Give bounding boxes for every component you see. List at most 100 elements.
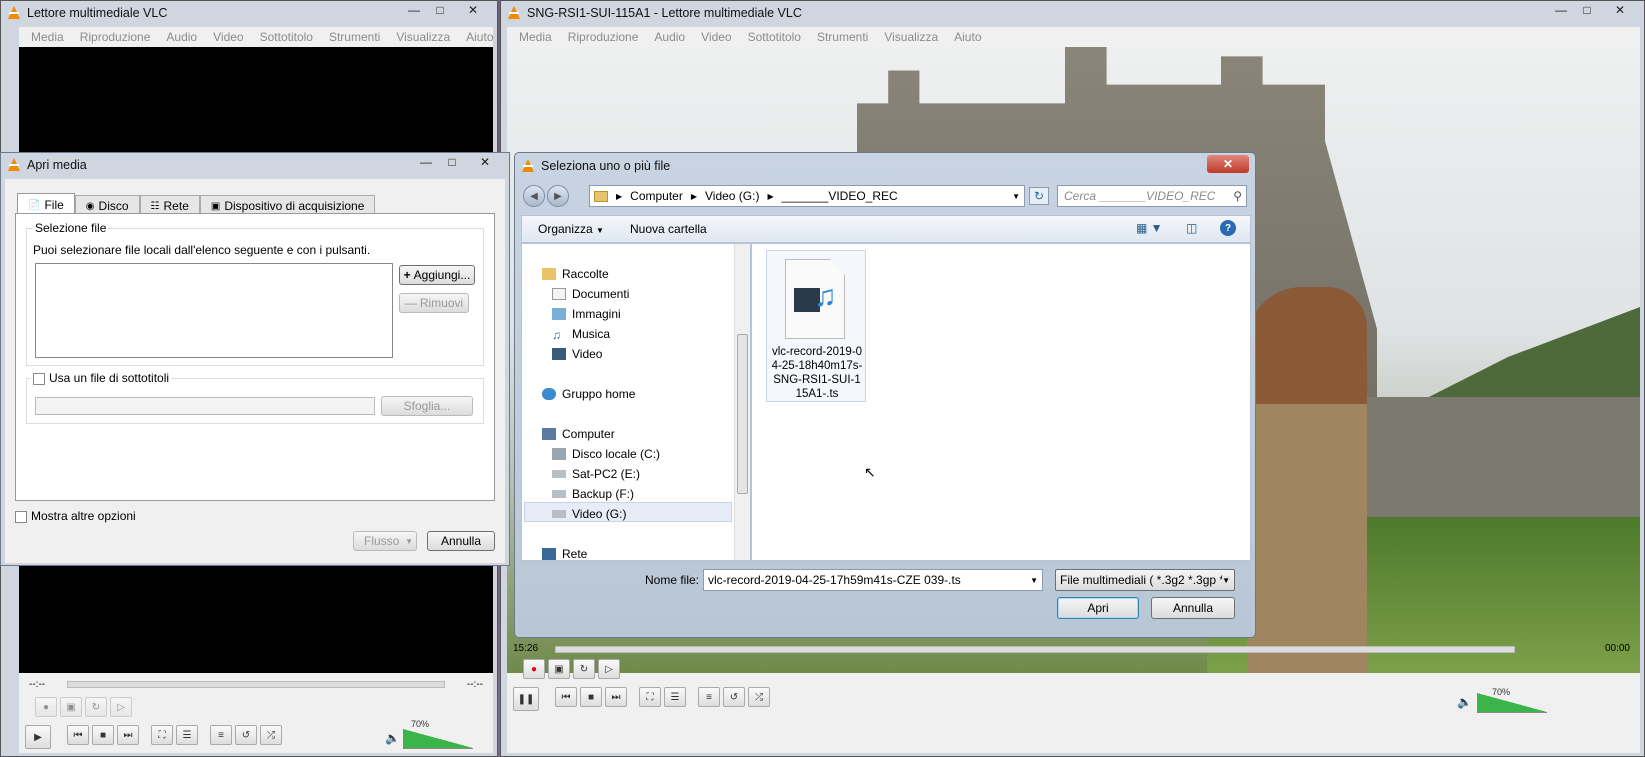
menu-strumenti[interactable]: Strumenti xyxy=(809,30,876,44)
fullscreen-icon[interactable]: ⛶ xyxy=(151,725,173,745)
breadcrumb-computer[interactable]: Computer xyxy=(630,189,683,203)
maximize-icon[interactable]: □ xyxy=(439,153,465,171)
pause-icon[interactable]: ❚❚ xyxy=(513,687,539,711)
previous-icon[interactable]: ⏮ xyxy=(555,687,577,707)
next-icon[interactable]: ⏭ xyxy=(117,725,139,745)
help-icon[interactable]: ? xyxy=(1220,220,1236,236)
menu-aiuto[interactable]: Aiuto xyxy=(946,30,989,44)
more-options-row[interactable]: Mostra altre opzioni xyxy=(15,509,136,523)
nav-sat[interactable]: Sat-PC2 (E:) xyxy=(552,464,640,484)
back-icon[interactable]: ◀ xyxy=(523,185,545,207)
chevron-down-icon[interactable]: ▼ xyxy=(1012,192,1020,201)
stop-icon[interactable]: ■ xyxy=(92,725,114,745)
stop-icon[interactable]: ■ xyxy=(580,687,602,707)
menu-visualizza[interactable]: Visualizza xyxy=(388,30,458,44)
menu-audio[interactable]: Audio xyxy=(158,30,205,44)
nav-video-g[interactable]: Video (G:) xyxy=(552,504,626,524)
menu-sottotitolo[interactable]: Sottotitolo xyxy=(740,30,809,44)
loop-ab-icon[interactable]: ↻ xyxy=(573,659,595,679)
nav-scrollbar[interactable] xyxy=(734,244,750,560)
remove-button[interactable]: — Rimuovi xyxy=(399,293,469,313)
browse-button[interactable]: Sfoglia... xyxy=(381,396,473,416)
menu-strumenti[interactable]: Strumenti xyxy=(321,30,388,44)
snapshot-icon[interactable]: ▣ xyxy=(548,659,570,679)
nav-gruppo-home[interactable]: Gruppo home xyxy=(542,384,635,404)
scrollbar-thumb[interactable] xyxy=(737,334,748,494)
close-icon[interactable]: ✕ xyxy=(1600,1,1640,19)
nav-documenti[interactable]: Documenti xyxy=(552,284,629,304)
breadcrumb-folder[interactable]: _______VIDEO_REC xyxy=(782,189,898,203)
filename-input[interactable]: vlc-record-2019-04-25-17h59m41s-CZE 039-… xyxy=(703,569,1043,591)
loop-ab-icon[interactable]: ↻ xyxy=(85,697,107,717)
frame-step-icon[interactable]: ▷ xyxy=(110,697,132,717)
minimize-icon[interactable]: — xyxy=(401,1,427,19)
menu-riproduzione[interactable]: Riproduzione xyxy=(72,30,159,44)
close-icon[interactable]: ✕ xyxy=(453,1,493,19)
record-icon[interactable]: ● xyxy=(523,659,545,679)
volume-slider[interactable] xyxy=(403,729,473,749)
minimize-icon[interactable]: — xyxy=(413,153,439,171)
nav-musica[interactable]: ♫ Musica xyxy=(552,324,610,344)
subtitle-checkbox-row[interactable]: Usa un file di sottotitoli xyxy=(31,371,172,385)
seek-bar[interactable] xyxy=(555,646,1515,653)
breadcrumb-drive[interactable]: Video (G:) xyxy=(705,189,759,203)
seek-bar[interactable] xyxy=(67,681,445,688)
volume-slider[interactable] xyxy=(1477,693,1547,713)
next-icon[interactable]: ⏭ xyxy=(605,687,627,707)
menu-riproduzione[interactable]: Riproduzione xyxy=(560,30,647,44)
nav-video[interactable]: Video xyxy=(552,344,602,364)
organize-button[interactable]: Organizza ▼ xyxy=(538,222,604,236)
forward-icon[interactable]: ▶ xyxy=(547,185,569,207)
previous-icon[interactable]: ⏮ xyxy=(67,725,89,745)
new-folder-button[interactable]: Nuova cartella xyxy=(630,222,707,236)
menu-video[interactable]: Video xyxy=(205,30,251,44)
address-bar[interactable]: ▶ Computer ▶ Video (G:) ▶ _______VIDEO_R… xyxy=(589,185,1025,207)
play-icon[interactable]: ▶ xyxy=(25,725,51,749)
add-button[interactable]: + Aggiungi... xyxy=(399,265,475,285)
close-icon[interactable]: ✕ xyxy=(465,153,505,171)
refresh-icon[interactable]: ↻ xyxy=(1029,187,1049,205)
shuffle-icon[interactable]: ⤮ xyxy=(748,687,770,707)
subtitle-checkbox[interactable] xyxy=(33,372,45,385)
loop-icon[interactable]: ↺ xyxy=(235,725,257,745)
cancel-button[interactable]: Annulla xyxy=(427,531,495,551)
search-box[interactable]: Cerca _______VIDEO_REC ⚲ xyxy=(1057,185,1247,207)
file-list[interactable] xyxy=(35,263,393,358)
nav-computer[interactable]: Computer xyxy=(542,424,615,444)
chevron-down-icon[interactable]: ▼ xyxy=(405,537,413,546)
nav-backup[interactable]: Backup (F:) xyxy=(552,484,634,504)
menu-media[interactable]: Media xyxy=(23,30,72,44)
maximize-icon[interactable]: □ xyxy=(1574,1,1600,19)
menu-video[interactable]: Video xyxy=(693,30,739,44)
loop-icon[interactable]: ↺ xyxy=(723,687,745,707)
nav-disco-c[interactable]: Disco locale (C:) xyxy=(552,444,660,464)
menu-aiuto[interactable]: Aiuto xyxy=(458,30,501,44)
nav-rete[interactable]: Rete xyxy=(542,544,587,560)
nav-raccolte[interactable]: Raccolte xyxy=(542,264,609,284)
playlist-icon[interactable]: ≡ xyxy=(698,687,720,707)
close-button[interactable]: ✕ xyxy=(1207,155,1249,173)
chevron-down-icon[interactable]: ▼ xyxy=(1030,576,1038,585)
preview-pane-icon[interactable]: ◫ xyxy=(1186,221,1197,235)
playlist-icon[interactable]: ≡ xyxy=(210,725,232,745)
frame-step-icon[interactable]: ▷ xyxy=(598,659,620,679)
menu-audio[interactable]: Audio xyxy=(646,30,693,44)
file-cancel-button[interactable]: Annulla xyxy=(1151,597,1235,619)
more-options-checkbox[interactable] xyxy=(15,510,27,523)
view-icon[interactable]: ▦ ▼ xyxy=(1136,221,1163,235)
menu-visualizza[interactable]: Visualizza xyxy=(876,30,946,44)
open-button[interactable]: Apri xyxy=(1057,597,1139,619)
fullscreen-icon[interactable]: ⛶ xyxy=(639,687,661,707)
speaker-icon[interactable]: 🔈 xyxy=(385,731,400,745)
record-icon[interactable]: ● xyxy=(35,697,57,717)
speaker-icon[interactable]: 🔈 xyxy=(1457,695,1472,709)
menu-media[interactable]: Media xyxy=(511,30,560,44)
maximize-icon[interactable]: □ xyxy=(427,1,453,19)
equalizer-icon[interactable]: ☰ xyxy=(176,725,198,745)
file-item[interactable]: ♫ vlc-record-2019-04-25-18h40m17s-SNG-RS… xyxy=(766,250,866,402)
minimize-icon[interactable]: — xyxy=(1548,1,1574,19)
subtitle-path-input[interactable] xyxy=(35,397,375,415)
nav-immagini[interactable]: Immagini xyxy=(552,304,621,324)
menu-sottotitolo[interactable]: Sottotitolo xyxy=(252,30,321,44)
shuffle-icon[interactable]: ⤮ xyxy=(260,725,282,745)
